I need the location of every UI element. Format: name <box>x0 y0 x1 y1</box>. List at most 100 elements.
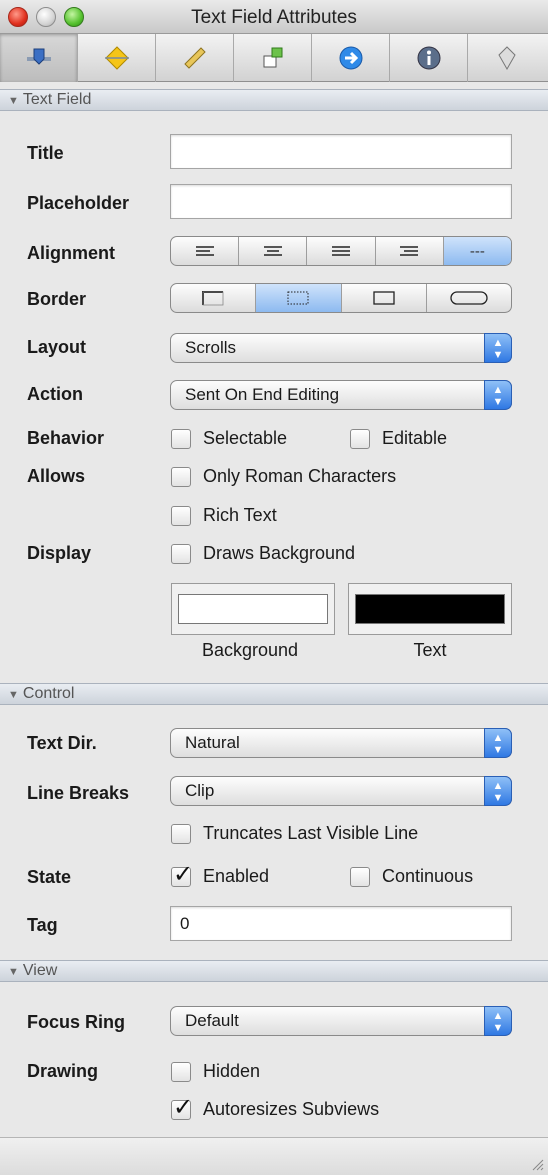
align-natural-text: --- <box>469 242 485 260</box>
border-rect-icon <box>372 291 395 305</box>
align-left-icon <box>195 246 214 256</box>
tag-label: Tag <box>27 915 58 935</box>
drawing-label: Drawing <box>27 1061 99 1081</box>
section-title: Control <box>22 685 75 702</box>
tab-size[interactable] <box>156 34 234 82</box>
state-label: State <box>27 867 72 887</box>
autoresizes-checkbox[interactable]: Autoresizes Subviews <box>171 1093 380 1122</box>
tab-connections[interactable] <box>234 34 312 82</box>
section-header-view[interactable]: ▼ View <box>0 960 548 982</box>
layout-popup-value: Scrolls <box>185 338 237 357</box>
line-breaks-popup-value: Clip <box>185 781 215 800</box>
popup-arrows-icon: ▲ ▼ <box>484 1006 512 1036</box>
border-line-segment[interactable] <box>171 284 257 312</box>
tab-attributes[interactable] <box>0 34 78 82</box>
checkbox-box <box>171 1061 191 1082</box>
align-right-segment[interactable] <box>376 237 444 265</box>
rich-text-checkbox[interactable]: Rich Text <box>171 505 277 526</box>
selectable-checkbox[interactable]: Selectable <box>171 428 287 449</box>
arrow-circle-icon <box>339 46 362 70</box>
align-left-segment[interactable] <box>171 237 240 265</box>
tab-applescript[interactable] <box>468 34 546 82</box>
layout-popup[interactable]: Scrolls ▲ ▼ <box>170 333 512 363</box>
placeholder-label: Placeholder <box>27 193 130 213</box>
border-rounded-segment[interactable] <box>427 284 511 312</box>
autoresizes-label: Autoresizes Subviews <box>203 1099 380 1119</box>
section-header-control[interactable]: ▼ Control <box>0 683 548 705</box>
popup-arrows-icon: ▲ ▼ <box>484 776 512 806</box>
tag-input[interactable]: 0 <box>170 906 512 941</box>
display-label: Display <box>27 543 92 563</box>
resize-grip-icon[interactable] <box>530 1157 544 1171</box>
text-color-well[interactable] <box>348 583 512 635</box>
checkbox-box <box>171 1093 193 1122</box>
section-header-text-field[interactable]: ▼ Text Field <box>0 89 548 111</box>
focus-ring-popup[interactable]: Default ▲ ▼ <box>170 1006 512 1036</box>
text-swatch <box>355 594 505 624</box>
window-title: Text Field Attributes <box>191 7 357 28</box>
tab-identity[interactable] <box>390 34 468 82</box>
text-dir-popup-value: Natural <box>185 733 240 752</box>
ruler-icon <box>183 47 206 69</box>
placeholder-input[interactable] <box>170 184 512 219</box>
editable-label: Editable <box>382 428 448 448</box>
align-right-icon <box>400 246 419 256</box>
section-title: Text Field <box>22 91 92 108</box>
draws-background-label: Draws Background <box>203 543 356 563</box>
border-bezel-segment[interactable] <box>256 284 342 312</box>
checkbox-box <box>171 466 191 487</box>
align-natural-segment[interactable]: --- <box>443 237 511 265</box>
title-label: Title <box>27 143 64 163</box>
line-breaks-label: Line Breaks <box>27 783 130 803</box>
background-well-label: Background <box>201 640 299 660</box>
enabled-checkbox[interactable]: Enabled <box>171 860 270 889</box>
section-title: View <box>22 962 58 979</box>
focus-ring-popup-value: Default <box>185 1011 239 1030</box>
border-segmented-control <box>170 283 512 313</box>
align-center-segment[interactable] <box>239 237 308 265</box>
text-well-label: Text <box>413 640 447 660</box>
checkbox-box <box>171 543 191 564</box>
only-roman-label: Only Roman Characters <box>203 466 397 486</box>
connections-icon <box>263 47 282 68</box>
inspector-footer <box>0 1137 548 1175</box>
line-breaks-popup[interactable]: Clip ▲ ▼ <box>170 776 512 806</box>
align-justify-segment[interactable] <box>307 237 376 265</box>
enabled-label: Enabled <box>203 866 270 886</box>
focus-ring-label: Focus Ring <box>27 1012 125 1032</box>
tab-bindings[interactable] <box>312 34 390 82</box>
checkbox-box <box>171 860 193 889</box>
text-dir-popup[interactable]: Natural ▲ ▼ <box>170 728 512 758</box>
checkbox-box <box>171 428 191 449</box>
truncates-checkbox[interactable]: Truncates Last Visible Line <box>171 823 418 844</box>
background-swatch <box>178 594 328 624</box>
background-color-well[interactable] <box>171 583 335 635</box>
action-popup-value: Sent On End Editing <box>185 385 340 404</box>
disclosure-triangle-icon: ▼ <box>8 95 19 107</box>
disclosure-triangle-icon: ▼ <box>8 689 19 701</box>
info-icon <box>417 46 440 70</box>
editable-checkbox[interactable]: Editable <box>350 428 447 449</box>
only-roman-checkbox[interactable]: Only Roman Characters <box>171 466 396 487</box>
hidden-label: Hidden <box>203 1061 261 1081</box>
popup-arrows-icon: ▲ ▼ <box>484 728 512 758</box>
continuous-checkbox[interactable]: Continuous <box>350 866 473 887</box>
layout-label: Layout <box>27 337 87 357</box>
popup-arrows-icon: ▲ ▼ <box>484 333 512 363</box>
border-line-icon <box>202 291 224 306</box>
selectable-label: Selectable <box>203 428 288 448</box>
alignment-label: Alignment <box>27 243 115 263</box>
align-center-icon <box>263 246 282 256</box>
checkbox-box <box>350 866 370 887</box>
action-popup[interactable]: Sent On End Editing ▲ ▼ <box>170 380 512 410</box>
rich-text-label: Rich Text <box>203 505 277 525</box>
hidden-checkbox[interactable]: Hidden <box>171 1061 260 1082</box>
draws-background-checkbox[interactable]: Draws Background <box>171 543 355 564</box>
continuous-label: Continuous <box>382 866 474 886</box>
title-input[interactable] <box>170 134 512 169</box>
behavior-label: Behavior <box>27 428 105 448</box>
border-rect-segment[interactable] <box>342 284 427 312</box>
inspector-toolbar <box>0 34 548 82</box>
tab-effects[interactable] <box>78 34 156 82</box>
diamond-icon <box>104 46 129 70</box>
